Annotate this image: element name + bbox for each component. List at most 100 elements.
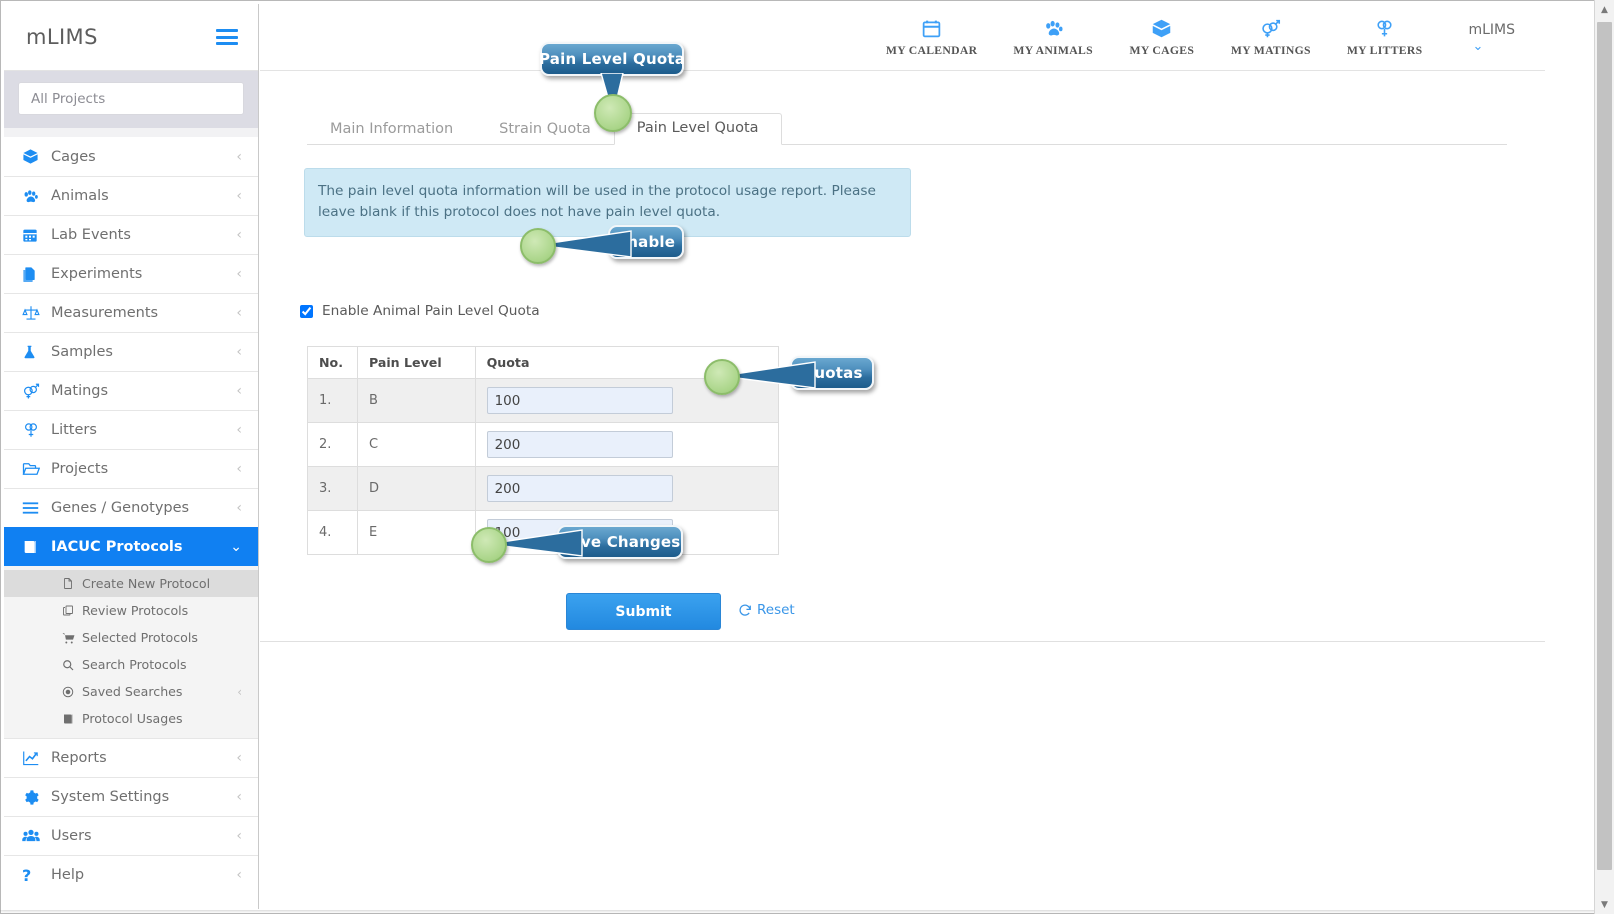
sidebar-item-projects[interactable]: Projects ‹ <box>4 449 258 488</box>
chevron-left-icon: ‹ <box>236 867 242 883</box>
book-icon <box>22 539 48 555</box>
table-row: 3. D <box>307 466 780 511</box>
calendar-icon <box>921 17 942 39</box>
enable-pain-level-quota-checkbox[interactable] <box>300 304 313 318</box>
sidebar-item-label: Matings <box>51 383 109 399</box>
project-selector-input[interactable] <box>18 82 244 115</box>
sidebar-item-label: Litters <box>51 422 97 438</box>
sidebar-subitem-search-protocols[interactable]: Search Protocols <box>4 651 258 678</box>
cell-no: 1. <box>307 378 358 423</box>
scroll-up-arrow-icon[interactable]: ▲ <box>1595 0 1614 19</box>
quota-input[interactable] <box>486 431 673 458</box>
topnav-item-my-cages[interactable]: MY CAGES <box>1111 17 1213 57</box>
topnav-item-my-animals[interactable]: MY ANIMALS <box>995 17 1111 57</box>
sidebar-item-label: Experiments <box>51 266 143 282</box>
column-header-pain-level: Pain Level <box>356 346 476 379</box>
enable-pain-level-quota-row[interactable]: Enable Animal Pain Level Quota <box>300 303 540 319</box>
project-selector-band <box>4 71 258 128</box>
sidebar-item-users[interactable]: Users ‹ <box>4 816 258 855</box>
copy-icon <box>62 604 82 617</box>
scroll-down-arrow-icon[interactable]: ▼ <box>1595 895 1614 914</box>
sidebar-subitem-review-protocols[interactable]: Review Protocols <box>4 597 258 624</box>
chevron-left-icon: ‹ <box>236 500 242 516</box>
sidebar-item-samples[interactable]: Samples ‹ <box>4 332 258 371</box>
callout-hotspot-enable <box>520 228 556 264</box>
tab-main-information[interactable]: Main Information <box>307 114 476 145</box>
sidebar-item-label: Lab Events <box>51 227 131 243</box>
reset-link[interactable]: Reset <box>738 602 795 618</box>
user-menu-label: mLIMS <box>1468 21 1515 38</box>
book-icon <box>62 713 82 725</box>
sidebar-subitem-protocol-usages[interactable]: Protocol Usages <box>4 705 258 732</box>
quota-input[interactable] <box>486 475 673 502</box>
info-message-box: The pain level quota information will be… <box>304 168 911 238</box>
sidebar-subitem-label: Create New Protocol <box>82 576 211 591</box>
quota-input[interactable] <box>486 387 673 414</box>
scrollbar-thumb[interactable] <box>1597 22 1612 870</box>
sidebar-item-label: Users <box>51 828 92 844</box>
sidebar-item-litters[interactable]: Litters ‹ <box>4 410 258 449</box>
cell-pain-level: C <box>356 422 476 467</box>
sidebar-item-iacuc-protocols[interactable]: IACUC Protocols ⌄ <box>4 527 258 566</box>
sidebar-item-label: Genes / Genotypes <box>51 500 190 516</box>
top-navigation-bar: MY CALENDAR MY ANIMALS MY CAGES MY MATIN… <box>260 4 1545 71</box>
sidebar-item-genes-genotypes[interactable]: Genes / Genotypes ‹ <box>4 488 258 527</box>
box-icon <box>1151 17 1172 39</box>
scales-icon <box>22 304 48 322</box>
submit-button[interactable]: Submit <box>566 593 721 630</box>
refresh-icon <box>738 603 752 617</box>
vertical-scrollbar[interactable]: ▲ ▼ <box>1594 0 1614 914</box>
topnav-item-my-litters[interactable]: MY LITTERS <box>1329 17 1441 57</box>
cell-no: 4. <box>307 510 358 555</box>
chart-icon <box>22 750 48 766</box>
sidebar-item-label: IACUC Protocols <box>51 538 183 555</box>
sidebar-item-label: Help <box>51 867 85 883</box>
sidebar-item-lab-events[interactable]: Lab Events ‹ <box>4 215 258 254</box>
sidebar-subitem-create-new-protocol[interactable]: Create New Protocol <box>4 570 258 597</box>
sidebar-subitem-label: Search Protocols <box>82 657 187 672</box>
sidebar-subitem-selected-protocols[interactable]: Selected Protocols <box>4 624 258 651</box>
table-row: 2. C <box>307 422 780 467</box>
callout-label: Pain Level Quota <box>538 50 686 68</box>
sidebar-subnav-iacuc: Create New Protocol Review Protocols Sel… <box>4 566 258 738</box>
sidebar-item-cages[interactable]: Cages ‹ <box>4 137 258 176</box>
sidebar-item-measurements[interactable]: Measurements ‹ <box>4 293 258 332</box>
sidebar-item-system-settings[interactable]: System Settings ‹ <box>4 777 258 816</box>
tab-pain-level-quota[interactable]: Pain Level Quota <box>613 113 782 145</box>
file-icon <box>62 577 82 590</box>
topnav-item-my-calendar[interactable]: MY CALENDAR <box>868 17 996 57</box>
sidebar-subitem-saved-searches[interactable]: Saved Searches ‹ <box>4 678 258 705</box>
topnav-item-my-matings[interactable]: MY MATINGS <box>1213 17 1329 57</box>
chevron-left-icon: ‹ <box>236 227 242 243</box>
box-icon <box>22 148 48 165</box>
tab-strain-quota[interactable]: Strain Quota <box>476 114 614 145</box>
sidebar-item-reports[interactable]: Reports ‹ <box>4 738 258 777</box>
chevron-left-icon: ‹ <box>236 461 242 477</box>
documents-icon <box>22 266 48 282</box>
sidebar-item-experiments[interactable]: Experiments ‹ <box>4 254 258 293</box>
sidebar-subitem-label: Saved Searches <box>82 684 183 699</box>
chevron-left-icon: ‹ <box>236 789 242 805</box>
litters-icon <box>22 421 48 439</box>
topnav-item-label: MY MATINGS <box>1230 44 1311 57</box>
paw-icon <box>1043 17 1064 39</box>
mating-icon <box>1260 17 1281 39</box>
chevron-left-icon: ‹ <box>236 422 242 438</box>
sidebar: mLIMS Cages ‹ <box>4 4 259 909</box>
cell-no: 3. <box>307 466 358 511</box>
sidebar-item-animals[interactable]: Animals ‹ <box>4 176 258 215</box>
sidebar-item-help[interactable]: ? Help ‹ <box>4 855 258 894</box>
topnav-item-label: MY ANIMALS <box>1013 44 1093 57</box>
gear-icon <box>22 789 48 806</box>
list-icon <box>22 501 48 515</box>
litters-icon <box>1374 17 1395 39</box>
top-nav-items: MY CALENDAR MY ANIMALS MY CAGES MY MATIN… <box>868 17 1441 57</box>
cart-icon <box>62 632 82 644</box>
topnav-item-label: MY CALENDAR <box>885 44 978 57</box>
sidebar-item-matings[interactable]: Matings ‹ <box>4 371 258 410</box>
hamburger-icon[interactable] <box>216 29 238 45</box>
user-menu[interactable]: mLIMS ⌄ <box>1440 22 1527 53</box>
tab-label: Main Information <box>330 121 454 137</box>
paw-icon <box>22 188 48 205</box>
sidebar-brand-bar: mLIMS <box>4 4 258 71</box>
